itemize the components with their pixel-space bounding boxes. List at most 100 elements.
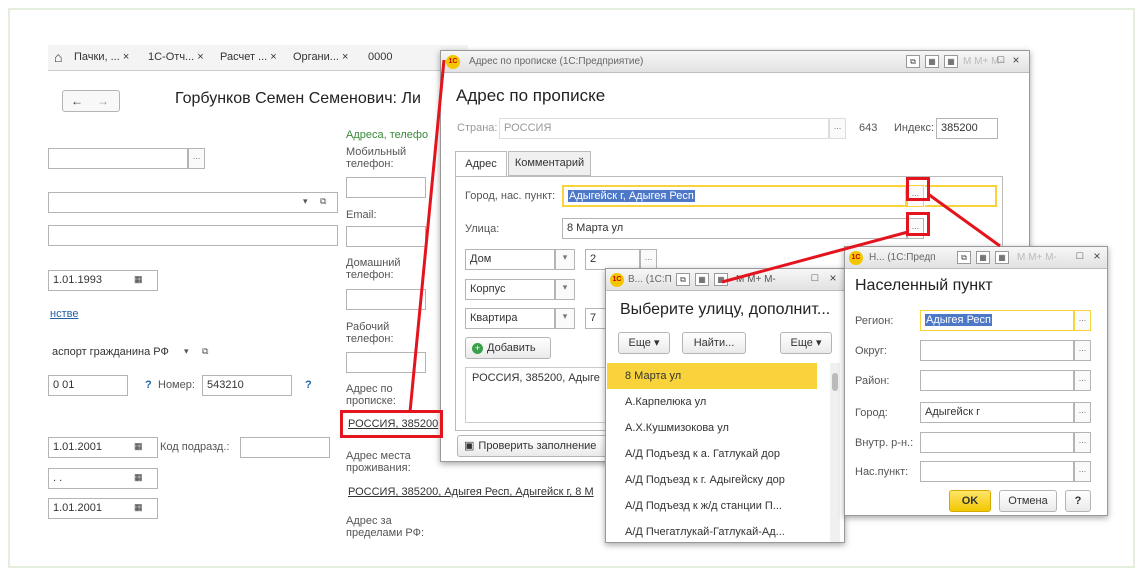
home-phone-field[interactable] bbox=[346, 289, 426, 310]
restore-button[interactable]: □ bbox=[1073, 251, 1087, 264]
calendar-icon[interactable]: ▦ bbox=[714, 273, 728, 286]
close-button[interactable]: × bbox=[1090, 250, 1104, 264]
tab-organi[interactable]: Органи... × bbox=[293, 51, 348, 63]
index-field[interactable]: 385200 bbox=[936, 118, 998, 139]
select-button[interactable]: ... bbox=[1074, 461, 1091, 482]
more-button[interactable]: Еще ▾ bbox=[618, 332, 670, 354]
restore-button[interactable]: □ bbox=[994, 55, 1008, 68]
select-button[interactable]: ... bbox=[640, 249, 657, 270]
calendar-icon[interactable]: ▦ bbox=[995, 251, 1009, 264]
dropdown-icon[interactable]: ▾ bbox=[555, 249, 575, 270]
inner-district-field[interactable] bbox=[920, 432, 1074, 453]
tab-comment[interactable]: Комментарий bbox=[508, 151, 591, 176]
link-icon[interactable]: ⧉ bbox=[676, 273, 690, 286]
scrollbar-thumb[interactable] bbox=[832, 373, 838, 391]
area-field[interactable] bbox=[920, 370, 1074, 391]
restore-button[interactable]: □ bbox=[808, 273, 822, 286]
select-button[interactable]: ... bbox=[829, 118, 846, 139]
app-logo-icon: 1C bbox=[610, 273, 624, 287]
doc-type-field[interactable]: аспорт гражданина РФ bbox=[48, 343, 178, 364]
tab-0000[interactable]: 0000 bbox=[368, 51, 392, 63]
house-type-field[interactable]: Дом bbox=[465, 249, 555, 270]
cancel-button[interactable]: Отмена bbox=[999, 490, 1057, 512]
calendar-icon[interactable]: ▦ bbox=[134, 472, 143, 483]
home-icon[interactable]: ⌂ bbox=[54, 49, 62, 65]
citizenship-link[interactable]: нстве bbox=[50, 308, 78, 320]
email-field[interactable] bbox=[346, 226, 426, 247]
country-field[interactable]: РОССИЯ bbox=[499, 118, 829, 139]
list-item[interactable]: 8 Марта ул bbox=[607, 363, 817, 389]
list-item[interactable]: А/Д Подъезд к г. Адыгейску дор bbox=[607, 467, 817, 493]
calc-icon[interactable]: ▦ bbox=[925, 55, 939, 68]
link-icon[interactable]: ⧉ bbox=[906, 55, 920, 68]
city-field[interactable]: Адыгейск г, Адыгея Респ bbox=[562, 185, 907, 207]
dropdown-icon[interactable]: ▾ bbox=[555, 279, 575, 300]
ok-button[interactable]: OK bbox=[949, 490, 991, 512]
work-phone-field[interactable] bbox=[346, 352, 426, 373]
mobile-field[interactable] bbox=[346, 177, 426, 198]
tab-1c-otch[interactable]: 1С-Отч... × bbox=[148, 51, 204, 63]
series-field[interactable]: 0 01 bbox=[48, 375, 128, 396]
block-type-field[interactable]: Корпус bbox=[465, 279, 555, 300]
calendar-icon[interactable]: ▦ bbox=[134, 441, 143, 452]
check-button[interactable]: ▣ Проверить заполнение bbox=[457, 435, 617, 457]
open-icon[interactable]: ⧉ bbox=[202, 346, 208, 357]
help-button[interactable]: ? bbox=[1065, 490, 1091, 512]
tab-pachki[interactable]: Пачки, ... × bbox=[74, 51, 129, 63]
close-icon[interactable]: × bbox=[197, 51, 203, 63]
select-button[interactable]: ... bbox=[1074, 432, 1091, 453]
back-button[interactable]: ← bbox=[71, 94, 83, 108]
select-button[interactable]: ... bbox=[1074, 340, 1091, 361]
more-button-2[interactable]: Еще ▾ bbox=[780, 332, 832, 354]
calc-icon[interactable]: ▦ bbox=[695, 273, 709, 286]
index-label: Индекс: bbox=[894, 122, 935, 134]
dropdown-icon[interactable]: ▾ bbox=[184, 346, 189, 357]
close-icon[interactable]: × bbox=[342, 51, 348, 63]
calendar-icon[interactable]: ▦ bbox=[134, 502, 143, 513]
list-scrollbar[interactable] bbox=[830, 363, 840, 542]
field-2[interactable] bbox=[48, 192, 338, 213]
tab-raschet[interactable]: Расчет ... × bbox=[220, 51, 277, 63]
list-item[interactable]: А/Д Подъезд к а. Гатлукай дор bbox=[607, 441, 817, 467]
open-icon[interactable]: ⧉ bbox=[320, 196, 326, 207]
close-button[interactable]: × bbox=[826, 272, 840, 286]
add-button[interactable]: + Добавить bbox=[465, 337, 551, 359]
list-item[interactable]: А.Карпелюка ул bbox=[607, 389, 817, 415]
dropdown-icon[interactable]: ▾ bbox=[555, 308, 575, 329]
select-button[interactable]: ... bbox=[1074, 310, 1091, 331]
close-icon[interactable]: × bbox=[123, 51, 129, 63]
calendar-icon[interactable]: ▦ bbox=[134, 274, 143, 285]
select-button[interactable]: ... bbox=[1074, 402, 1091, 423]
house-value-field[interactable]: 2 bbox=[585, 249, 640, 270]
find-button[interactable]: Найти... bbox=[682, 332, 746, 354]
list-item[interactable]: А/Д Пчегатлукай-Гатлукай-Ад... bbox=[607, 519, 817, 542]
memory-icons[interactable]: M M+ M- bbox=[1017, 252, 1057, 263]
forward-button[interactable]: → bbox=[97, 94, 109, 108]
flat-type-field[interactable]: Квартира bbox=[465, 308, 555, 329]
close-icon[interactable]: × bbox=[270, 51, 276, 63]
region-field[interactable]: Адыгея Респ bbox=[920, 310, 1074, 331]
help-icon[interactable]: ? bbox=[305, 379, 312, 391]
city-field[interactable]: Адыгейск г bbox=[920, 402, 1074, 423]
res-address-link[interactable]: РОССИЯ, 385200, Адыгея Респ, Адыгейск г,… bbox=[348, 486, 594, 498]
list-item[interactable]: А/Д Подъезд к ж/д станции П... bbox=[607, 493, 817, 519]
list-item[interactable]: А.Х.Кушмизокова ул bbox=[607, 415, 817, 441]
dropdown-icon[interactable]: ▾ bbox=[303, 196, 308, 207]
calc-icon[interactable]: ▦ bbox=[976, 251, 990, 264]
district-field[interactable] bbox=[920, 340, 1074, 361]
locality-field[interactable] bbox=[920, 461, 1074, 482]
field-1[interactable] bbox=[48, 148, 188, 169]
code-field[interactable] bbox=[240, 437, 330, 458]
tab-address[interactable]: Адрес bbox=[455, 151, 507, 177]
select-button[interactable]: ... bbox=[1074, 370, 1091, 391]
memory-icons[interactable]: M M+ M- bbox=[736, 274, 776, 285]
calendar-icon[interactable]: ▦ bbox=[944, 55, 958, 68]
number-field[interactable]: 543210 bbox=[202, 375, 292, 396]
select-button[interactable]: ... bbox=[188, 148, 205, 169]
field-3[interactable] bbox=[48, 225, 338, 246]
street-field[interactable]: 8 Марта ул bbox=[562, 218, 907, 239]
help-icon[interactable]: ? bbox=[145, 379, 152, 391]
link-icon[interactable]: ⧉ bbox=[957, 251, 971, 264]
street-dialog-titlebar: 1C В... (1С:П ⧉ ▦ ▦ M M+ M- □ × bbox=[606, 269, 844, 291]
close-button[interactable]: × bbox=[1009, 54, 1023, 68]
